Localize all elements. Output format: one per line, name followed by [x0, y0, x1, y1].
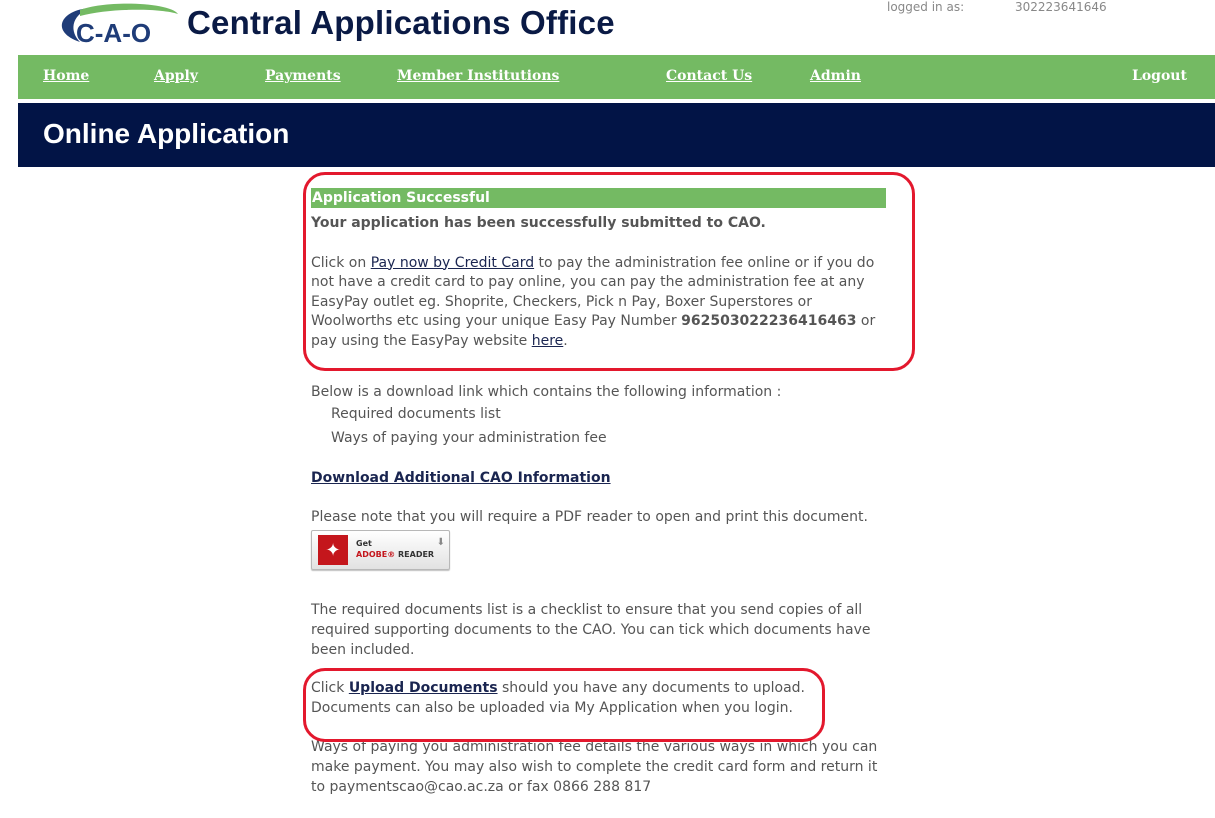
download-intro: Below is a download link which contains …: [311, 383, 782, 400]
nav-admin[interactable]: Admin: [810, 68, 861, 84]
list-item: Required documents list: [331, 406, 501, 423]
cao-logo: C-A-O: [61, 3, 178, 48]
payment-instructions: Click on Pay now by Credit Card to pay t…: [311, 254, 876, 349]
page-title: Online Application: [43, 118, 290, 149]
checklist-info: The required documents list is a checkli…: [311, 602, 871, 658]
nav-payments[interactable]: Payments: [265, 68, 341, 84]
pdf-reader-note: Please note that you will require a PDF …: [311, 508, 868, 525]
adobe-get-label: Get: [356, 539, 372, 549]
adobe-reader-label: ADOBE® READER: [356, 550, 435, 560]
upload-instructions: Click Upload Documents should you have a…: [311, 680, 806, 716]
download-contents-list: Required documents list Ways of paying y…: [311, 402, 886, 450]
download-cao-info-link[interactable]: Download Additional CAO Information: [311, 470, 611, 486]
easypay-number: 962503022236416463: [681, 313, 857, 330]
pay-by-credit-card-link[interactable]: Pay now by Credit Card: [371, 255, 534, 271]
nav-apply[interactable]: Apply: [154, 68, 198, 84]
site-title: Central Applications Office: [187, 4, 615, 41]
success-message: Your application has been successfully s…: [311, 215, 766, 231]
adobe-pdf-icon: ✦: [318, 535, 348, 566]
logo-text: C-A-O: [76, 18, 151, 48]
list-item: Ways of paying your administration fee: [331, 430, 607, 447]
login-id: 302223641646: [1015, 0, 1107, 14]
page-banner: Online Application: [18, 103, 1215, 167]
login-label: logged in as:: [887, 0, 965, 14]
download-arrow-icon: ⬇: [436, 537, 445, 549]
nav-contact-us[interactable]: Contact Us: [666, 68, 752, 84]
nav-home[interactable]: Home: [43, 68, 89, 84]
nav-logout[interactable]: Logout: [1132, 68, 1187, 84]
main-nav: Home Apply Payments Member Institutions …: [18, 55, 1215, 99]
get-adobe-reader-button[interactable]: ✦ Get ADOBE® READER ⬇: [311, 530, 450, 571]
fee-payment-info: Ways of paying you administration fee de…: [311, 739, 878, 795]
upload-documents-link[interactable]: Upload Documents: [349, 680, 498, 696]
easypay-website-link[interactable]: here: [532, 333, 564, 349]
main-content: Application Successful Your application …: [311, 188, 886, 797]
success-heading: Application Successful: [311, 188, 886, 208]
nav-member-institutions[interactable]: Member Institutions: [397, 68, 559, 84]
